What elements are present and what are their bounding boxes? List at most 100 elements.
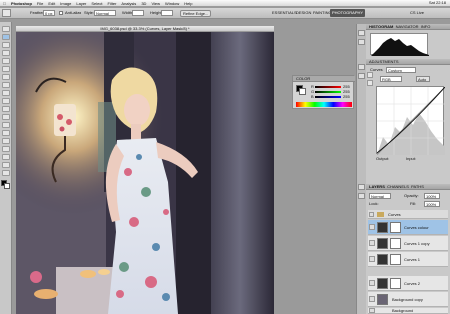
opacity-label: Opacity: [404,194,419,198]
layer-row[interactable]: Background [368,308,448,314]
tab-paths[interactable]: PATHS [411,184,424,189]
eye-icon[interactable] [369,240,375,246]
menu-item[interactable]: Analysis [121,1,136,6]
tab-histogram[interactable]: HISTOGRAM [369,24,393,29]
color-spectrum-bar[interactable] [296,102,352,107]
menu-item[interactable]: 3D [141,1,146,6]
marquee-tool-preset-icon[interactable] [2,9,11,17]
gradient-tool-icon[interactable] [2,114,10,120]
eye-icon[interactable] [369,308,375,313]
color-g-value[interactable]: 255 [343,90,350,94]
color-b-slider[interactable] [315,96,341,98]
antialias-checkbox[interactable] [59,11,63,15]
layers-panel-header: LAYERS CHANNELS PATHS [366,184,450,190]
color-g-slider[interactable] [315,91,341,93]
menu-item[interactable]: Image [60,1,71,6]
layer-row[interactable]: Curves 2 [368,276,448,291]
apple-icon[interactable]:  [3,1,6,6]
brush-tool-icon[interactable] [2,82,10,88]
curves-channel-select[interactable]: RGB [380,76,402,82]
history-panel-icon[interactable] [358,30,365,36]
eyedropper-tool-icon[interactable] [2,66,10,72]
layer-mask-thumbnail[interactable] [390,222,401,233]
path-select-tool-icon[interactable] [2,146,10,152]
color-r-slider[interactable] [315,86,341,88]
menu-item[interactable]: Window [165,1,179,6]
layer-mask-thumbnail[interactable] [390,278,401,289]
menu-item[interactable]: Select [91,1,102,6]
color-b-label: B [311,95,314,99]
shape-tool-icon[interactable] [2,154,10,160]
curves-preset-select[interactable]: Custom [386,67,416,73]
cs-live-button[interactable]: CS Live [410,11,424,15]
workspace-photography[interactable]: PHOTOGRAPHY [330,9,366,17]
tab-layers[interactable]: LAYERS [369,184,385,189]
curves-adjustment-icon [377,222,388,233]
opacity-input[interactable]: 100% [424,193,440,199]
eye-icon[interactable] [369,212,374,217]
document-canvas[interactable] [16,32,274,314]
blend-mode-select[interactable]: Normal [369,193,391,199]
layer-mask-thumbnail[interactable] [390,238,401,249]
width-input[interactable] [132,10,144,16]
actions-panel-icon[interactable] [358,39,365,45]
color-g-label: G [311,90,315,94]
tab-info[interactable]: INFO [421,24,431,29]
eraser-tool-icon[interactable] [2,106,10,112]
clone-stamp-tool-icon[interactable] [2,90,10,96]
tab-channels[interactable]: CHANNELS [387,184,409,189]
clone-source-panel-icon[interactable] [358,73,365,79]
healing-brush-tool-icon[interactable] [2,74,10,80]
fill-input[interactable]: 100% [424,201,440,207]
menu-item[interactable]: Photoshop [11,1,32,6]
marquee-tool-icon[interactable] [2,34,10,40]
menu-item[interactable]: File [37,1,43,6]
right-panel-dock: HISTOGRAM NAVIGATOR INFO ADJUSTMENTS Cur… [366,24,450,314]
curves-auto-button[interactable]: Auto [416,76,430,82]
pen-tool-icon[interactable] [2,130,10,136]
menu-item[interactable]: View [151,1,160,6]
curve-pencil-tool-icon[interactable] [367,80,373,86]
eye-icon[interactable] [369,296,375,302]
dodge-tool-icon[interactable] [2,122,10,128]
quick-select-tool-icon[interactable] [2,50,10,56]
feather-input[interactable]: 0 px [43,10,55,16]
curves-graph[interactable] [376,86,446,156]
layer-thumbnail [377,294,388,305]
character-panel-icon[interactable] [358,184,365,190]
move-tool-icon[interactable] [2,26,10,32]
eye-icon[interactable] [369,224,375,230]
menu-item[interactable]: Help [184,1,192,6]
layer-row[interactable]: Curves 1 copy [368,236,448,251]
lasso-tool-icon[interactable] [2,42,10,48]
type-tool-icon[interactable] [2,138,10,144]
zoom-tool-icon[interactable] [2,170,10,176]
paragraph-panel-icon[interactable] [358,193,365,199]
height-input[interactable] [161,10,173,16]
color-bg-swatch[interactable] [299,88,306,95]
eye-icon[interactable] [369,256,375,262]
crop-tool-icon[interactable] [2,58,10,64]
menu-item[interactable]: Edit [48,1,55,6]
eye-icon[interactable] [369,280,375,286]
history-brush-tool-icon[interactable] [2,98,10,104]
color-b-value[interactable]: 255 [343,95,350,99]
menu-item[interactable]: Filter [108,1,117,6]
style-select[interactable]: Normal [94,10,116,16]
options-bar: Feather: 0 px Anti-alias Style: Normal W… [0,8,450,19]
hand-tool-icon[interactable] [2,162,10,168]
layer-row[interactable]: Curves 1 [368,252,448,267]
layer-row[interactable]: Background copy [368,292,448,307]
color-r-value[interactable]: 255 [343,85,350,89]
refine-edge-button[interactable]: Refine Edge... [180,10,212,17]
menu-item[interactable]: Layer [76,1,86,6]
tab-navigator[interactable]: NAVIGATOR [396,24,419,29]
layer-mask-thumbnail[interactable] [390,254,401,265]
photo-image [16,32,274,314]
layer-group-row[interactable]: Curves [368,210,448,219]
layer-group-name: Curves [388,213,401,217]
background-color-swatch[interactable] [4,183,10,189]
brushes-panel-icon[interactable] [358,64,365,70]
layer-row[interactable]: Curves colour [368,220,448,235]
curve-point-tool-icon[interactable] [367,72,373,78]
